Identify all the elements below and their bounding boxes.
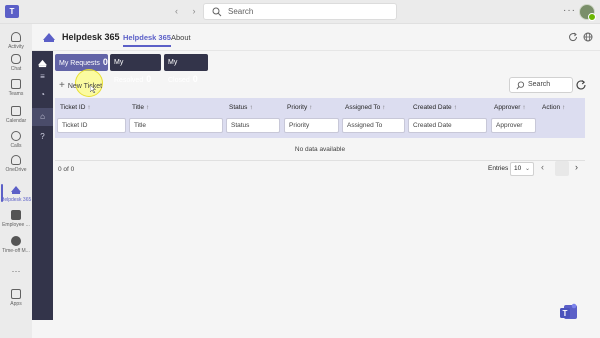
entries-value: 10 [514,165,522,172]
global-search-input[interactable]: Search [203,3,397,20]
rail-label: Chat [10,66,22,72]
globe-icon[interactable] [583,32,593,42]
rail-item-timeoff[interactable]: Time-off M... [0,236,32,254]
user-avatar[interactable] [579,4,596,21]
main-content: My Requests 0 My Resolved 0 My Closed 0 + Ne… [53,51,600,320]
tab-label: My Closed [168,59,190,84]
mouse-pointer-icon [90,85,96,93]
tab-label: My Resolved [114,59,144,84]
reload-icon[interactable] [568,32,578,42]
column-header-priority[interactable]: Priority ↑ [287,104,312,111]
dashboard-icon[interactable]: ◔ [32,86,53,104]
home-icon[interactable]: ⌂ [32,108,53,126]
rail-label: Employee ... [2,222,30,228]
rail-label: OneDrive [5,167,27,173]
refresh-icon[interactable] [575,79,587,91]
chevron-down-icon: ⌄ [524,166,530,172]
tab-count: 0 [192,74,198,84]
teams-icon [11,79,21,89]
column-header-action[interactable]: Action ↑ [542,104,565,111]
help-icon[interactable]: ? [32,128,53,146]
app-header: Helpdesk 365 Helpdesk 365 About [32,24,600,51]
rail-item-helpdesk[interactable]: Helpdesk 365 [0,184,32,203]
tab-my-resolved[interactable]: My Resolved 0 [110,54,161,84]
rail-label: Teams [8,91,24,97]
rail-item-apps[interactable]: Apps [0,289,32,307]
filter-assigned-to-input[interactable]: Assigned To [342,118,405,133]
record-count: 0 of 0 [58,166,75,173]
more-apps-icon: ··· [11,266,21,276]
rail-label: Time-off M... [2,248,30,254]
search-placeholder: Search [228,7,254,16]
column-header-status[interactable]: Status ↑ [229,104,253,111]
tab-about[interactable]: About [171,33,191,42]
filter-priority-input[interactable]: Priority [284,118,339,133]
rail-label: Apps [10,301,22,307]
plus-icon: + [59,80,65,91]
column-header-approver[interactable]: Approver ↑ [494,104,526,111]
more-options-icon[interactable]: ··· [563,5,576,16]
bottom-strip [32,320,600,338]
helpdesk-logo-icon [43,33,55,42]
app-title: Helpdesk 365 [62,32,120,42]
nav-arrows[interactable]: ‹ › [175,6,202,16]
search-icon [212,7,222,17]
timeoff-icon [11,236,21,246]
svg-text:T: T [563,309,568,318]
rail-label: Calls [10,143,22,149]
teams-badge-icon: T [560,303,577,319]
rail-item-teams[interactable]: Teams [0,79,32,97]
entries-label: Entries [488,165,509,172]
rail-item-calls[interactable]: Calls [0,131,32,149]
rail-label: Helpdesk 365 [0,197,32,203]
rail-item-chat[interactable]: Chat [0,54,32,72]
rail-item-employee[interactable]: Employee ... [0,210,32,228]
filter-created-date-input[interactable]: Created Date [408,118,487,133]
new-ticket-button[interactable]: + New Ticket [56,78,109,94]
search-label: Search [528,81,551,88]
table-search-input[interactable]: Search [509,77,573,93]
rail-label: Activity [8,44,24,50]
tab-count: 0 [102,57,108,67]
search-icon [516,81,525,90]
phone-icon [11,131,21,141]
column-header-created-date[interactable]: Created Date ↑ [413,104,457,111]
filter-status-input[interactable]: Status [226,118,280,133]
calendar-icon [11,106,21,116]
top-bar: T ‹ › Search ··· [0,0,600,24]
tab-count: 0 [146,74,152,84]
app-sidebar: ≡ ◔ ⌂ ? [32,51,53,320]
apps-icon [11,289,21,299]
entries-select[interactable]: 10 ⌄ [510,162,534,176]
filter-ticket-id-input[interactable]: Ticket ID [57,118,126,133]
tab-helpdesk[interactable]: Helpdesk 365 [123,33,171,47]
new-ticket-label: New Ticket [67,83,103,90]
current-page-button[interactable] [555,161,569,176]
rail-item-calendar[interactable]: Calendar [0,106,32,124]
column-header-ticket-id[interactable]: Ticket ID ↑ [60,104,91,111]
tab-my-closed[interactable]: My Closed 0 [164,54,208,84]
next-page-icon[interactable]: › [575,162,578,172]
employee-icon [11,210,21,220]
left-rail: Activity Chat Teams Calendar Calls OneDr… [0,24,32,338]
table-header: Ticket ID ↑ Title ↑ Status ↑ Priority ↑ Assi… [55,98,585,138]
helpdesk-icon [11,186,21,194]
teams-logo-icon: T [5,5,19,18]
filter-approver-input[interactable]: Approver [491,118,536,133]
chat-icon [11,54,21,64]
rail-label: Calendar [5,118,27,124]
column-header-title[interactable]: Title ↑ [132,104,149,111]
hamburger-menu-icon[interactable]: ≡ [32,68,53,86]
rail-item-more[interactable]: ··· [0,264,32,276]
cloud-icon [11,155,21,165]
column-header-assigned-to[interactable]: Assigned To ↑ [345,104,386,111]
tab-label: My Requests [59,60,100,67]
bell-icon [11,32,21,42]
no-data-message: No data available [55,139,585,161]
filter-title-input[interactable]: Title [129,118,223,133]
rail-item-onedrive[interactable]: OneDrive [0,155,32,173]
tab-my-requests[interactable]: My Requests 0 [55,54,108,71]
previous-page-icon[interactable]: ‹ [541,162,544,172]
rail-item-activity[interactable]: Activity [0,32,32,50]
